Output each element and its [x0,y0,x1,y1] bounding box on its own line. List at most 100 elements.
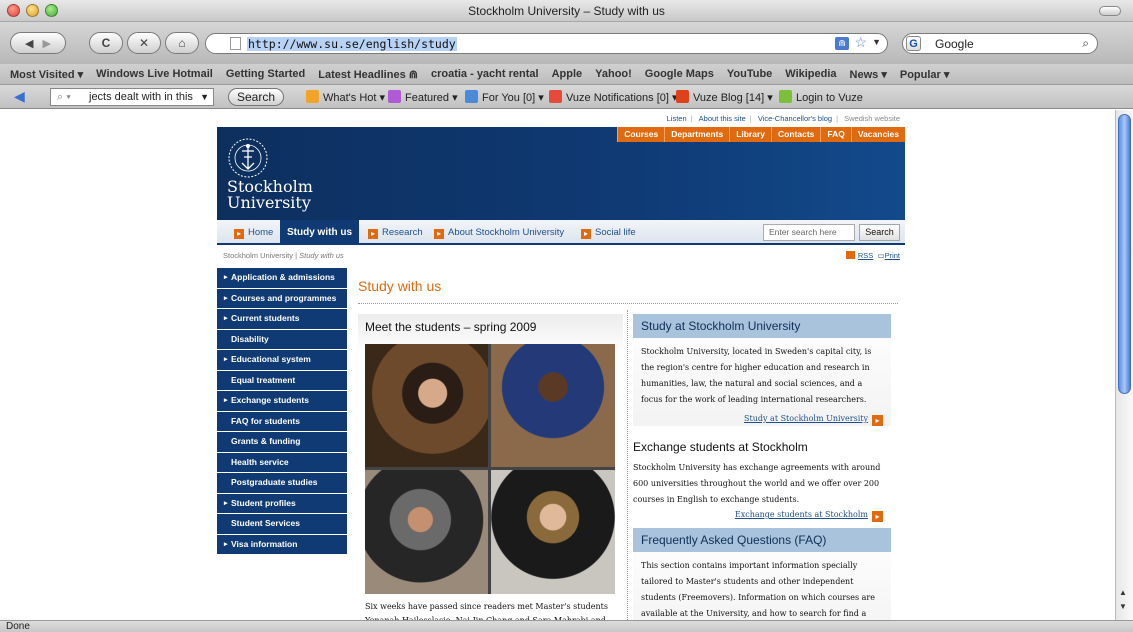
topnav-library[interactable]: Library [729,127,772,142]
toolbar-search-value[interactable]: jects dealt with in this [89,91,193,103]
nav-social-life[interactable]: ▸ Social life [581,227,636,239]
minimize-window-button[interactable] [26,4,39,17]
sidenav-item[interactable]: ▸ Current students [217,309,347,329]
bookmark-latest-headlines[interactable]: Latest Headlines ⋒ [318,68,418,81]
swedish-website-link[interactable]: Swedish website [844,114,900,123]
bookmark-star-icon[interactable]: ☆ [854,34,867,51]
web-search-bar[interactable]: G Google ⌕ [902,33,1098,54]
expand-arrow-icon: ▸ [224,294,228,302]
sidenav-item[interactable]: ▸ Exchange students [217,391,347,411]
whats-hot-item[interactable]: What's Hot ▾ [306,90,385,104]
side-navigation: ▸ Application & admissions ▸ Courses and pr… [217,268,347,555]
arrow-square-icon: ▸ [581,229,591,239]
sidenav-item[interactable]: ▸ Visa information [217,534,347,554]
sidenav-item[interactable]: Grants & funding [217,432,347,452]
nav-research[interactable]: ▸ Research [368,227,423,239]
rss-icon [845,251,855,259]
faq-box-heading[interactable]: Frequently Asked Questions (FAQ) [633,528,891,552]
reload-button[interactable]: C [89,32,123,54]
exchange-heading[interactable]: Exchange students at Stockholm [633,440,891,454]
topnav-departments[interactable]: Departments [664,127,730,142]
sidenav-item[interactable]: ▸ Application & admissions [217,268,347,288]
sidenav-item[interactable]: Health service [217,452,347,472]
vuze-blog-item[interactable]: Vuze Blog [14] ▾ [676,90,773,104]
sidenav-item[interactable]: ▸ Educational system [217,350,347,370]
university-seal-icon[interactable] [227,137,269,179]
students-photo-collage[interactable] [365,344,615,594]
url-history-dropdown-icon[interactable]: ▼ [872,37,881,47]
search-icon[interactable]: ⌕ [1082,36,1089,51]
scroll-down-icon[interactable]: ▼ [1119,602,1127,611]
study-box-heading[interactable]: Study at Stockholm University [633,314,891,338]
bookmark-yahoo[interactable]: Yahoo! [595,68,632,80]
print-link[interactable]: Print [885,251,900,260]
rss-link[interactable]: RSS [858,251,873,260]
magnifier-icon: ⌕ ▾ [57,91,71,103]
sidenav-item[interactable]: ▸ Student profiles [217,493,347,513]
home-button[interactable]: ⌂ [165,32,199,54]
scroll-up-icon[interactable]: ▲ [1119,588,1127,597]
stop-button[interactable]: ✕ [127,32,161,54]
toolbar-search-dropdown-icon[interactable]: ▼ [200,89,209,105]
forward-arrow-icon[interactable]: ▶ [42,37,50,50]
sidenav-item[interactable]: Postgraduate studies [217,473,347,493]
nav-study-with-us[interactable]: Study with us [280,220,359,245]
toolbar-search-input[interactable]: jects dealt with in this ▼ ⌕ ▾ [50,88,214,106]
bookmark-croatia[interactable]: croatia - yacht rental [431,68,539,80]
bookmark-hotmail[interactable]: Windows Live Hotmail [96,68,213,80]
vuze-notifications-item[interactable]: Vuze Notifications [0] ▾ [549,90,678,104]
toolbar-toggle-button[interactable] [1099,6,1121,16]
vc-blog-link[interactable]: Vice-Chancellor's blog [758,114,832,123]
sidenav-item[interactable]: Equal treatment [217,370,347,390]
google-icon[interactable]: G [906,36,921,51]
bookmark-youtube[interactable]: YouTube [727,68,772,80]
featured-item[interactable]: Featured ▾ [388,90,458,104]
nav-home[interactable]: ▸ Home [234,227,273,239]
study-more-link[interactable]: Study at Stockholm University ▸ [633,414,891,426]
sidenav-item[interactable]: Student Services [217,514,347,534]
topnav-courses[interactable]: Courses [617,127,665,142]
about-site-link[interactable]: About this site [699,114,746,123]
topnav-faq[interactable]: FAQ [820,127,851,142]
bookmark-google-maps[interactable]: Google Maps [645,68,714,80]
bookmark-news[interactable]: News ▾ [850,68,887,81]
topnav-contacts[interactable]: Contacts [771,127,821,142]
site-search-input[interactable]: Enter search here [763,224,855,241]
bookmark-wikipedia[interactable]: Wikipedia [785,68,836,80]
sidenav-item[interactable]: Disability [217,329,347,349]
meet-students-heading[interactable]: Meet the students – spring 2009 [358,314,623,334]
listen-link[interactable]: Listen [667,114,687,123]
site-search-button[interactable]: Search [859,224,900,241]
topnav-vacancies[interactable]: Vacancies [850,127,905,142]
university-logotype[interactable]: Stockholm University [227,179,313,211]
vuze-logo-icon[interactable]: ◀ [14,88,25,105]
nav-about[interactable]: ▸ About Stockholm University [434,227,564,239]
sidenav-item-label: Grants & funding [231,436,301,446]
notifications-icon [549,90,562,103]
flame-icon [306,90,319,103]
toolbar-search-button[interactable]: Search [228,88,284,106]
sidenav-item[interactable]: FAQ for students [217,411,347,431]
bookmark-apple[interactable]: Apple [552,68,583,80]
login-vuze-item[interactable]: Login to Vuze [779,90,863,104]
sidenav-item[interactable]: ▸ Courses and programmes [217,288,347,308]
zoom-window-button[interactable] [45,4,58,17]
url-bar[interactable]: http://www.su.se/english/study ⋒ ☆ ▼ [205,33,888,54]
back-arrow-icon[interactable]: ◀ [25,37,33,50]
rss-feed-icon[interactable]: ⋒ [835,37,849,50]
exchange-more-link[interactable]: Exchange students at Stockholm ▸ [633,510,891,522]
url-text[interactable]: http://www.su.se/english/study [247,36,457,51]
window-title: Stockholm University – Study with us [468,4,665,18]
bookmark-most-visited[interactable]: Most Visited ▾ [10,68,83,81]
site-banner: Courses Departments Library Contacts FAQ… [217,127,905,220]
student-photo-1 [365,344,488,467]
breadcrumb-home-link[interactable]: Stockholm University [223,251,293,260]
bookmark-getting-started[interactable]: Getting Started [226,68,305,80]
close-window-button[interactable] [7,4,20,17]
for-you-item[interactable]: For You [0] ▾ [465,90,544,104]
back-forward-button[interactable]: ◀ ▶ [10,32,66,54]
nav-research-label: Research [382,227,423,238]
scrollbar-thumb[interactable] [1118,114,1131,394]
vertical-scrollbar[interactable]: ▲ ▼ [1115,110,1133,620]
bookmark-popular[interactable]: Popular ▾ [900,68,950,81]
